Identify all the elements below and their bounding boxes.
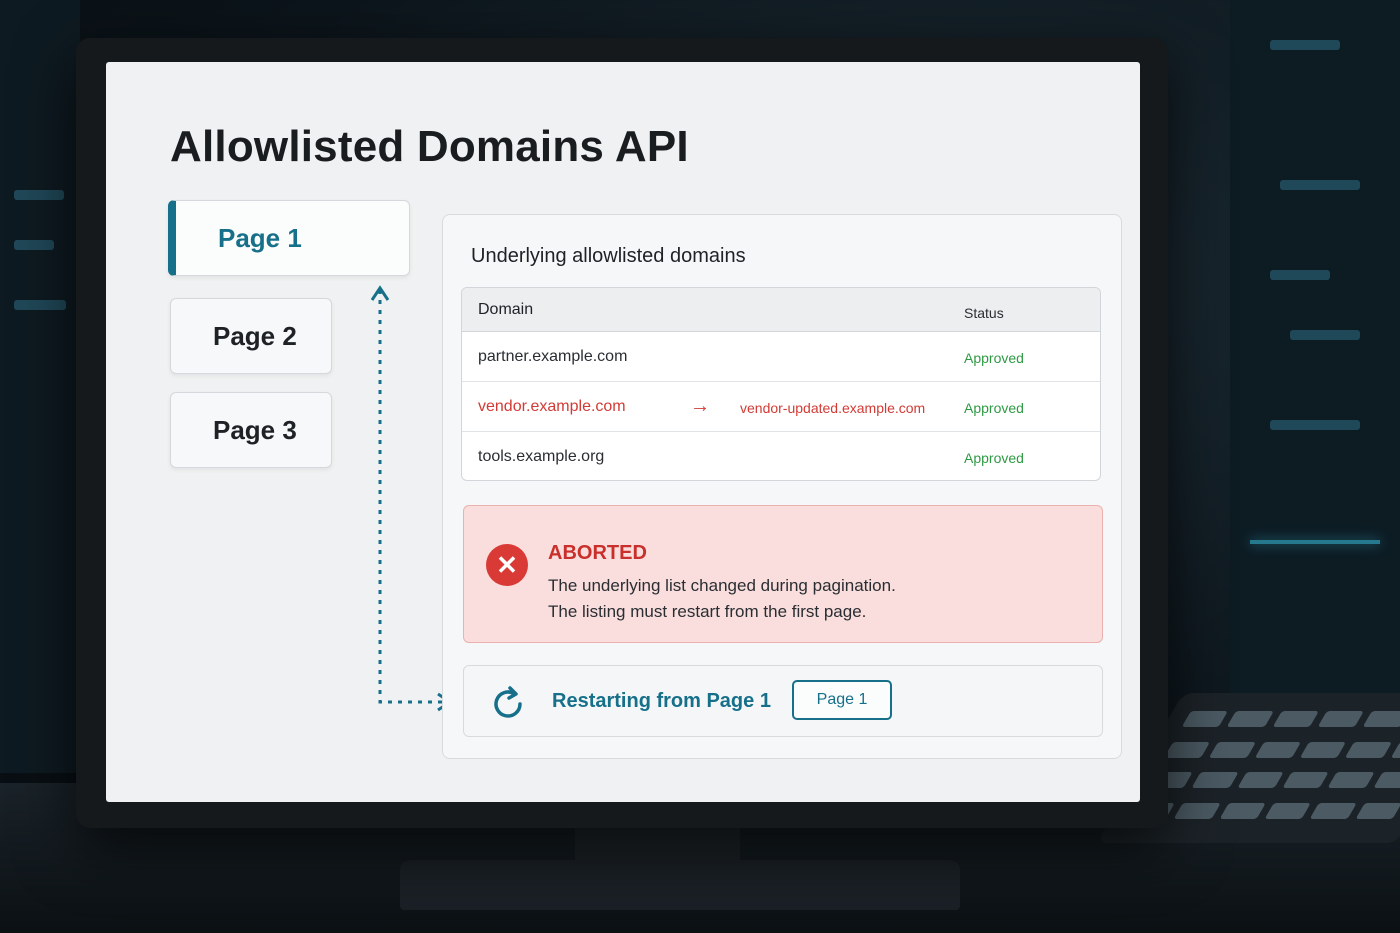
table-row[interactable]: partner.example.com Approved bbox=[462, 332, 1100, 382]
panel-title: Underlying allowlisted domains bbox=[471, 245, 746, 267]
background-server-rack-left bbox=[0, 0, 80, 773]
table-row-changed[interactable]: vendor.example.com → vendor-updated.exam… bbox=[462, 382, 1100, 432]
screen: Allowlisted Domains API Page 1 Page 2 Pa… bbox=[106, 62, 1140, 802]
table-header: Domain Status bbox=[462, 288, 1100, 332]
domain-cell: tools.example.org bbox=[478, 448, 605, 465]
status-cell: Approved bbox=[964, 350, 1024, 366]
alert-title: ABORTED bbox=[548, 542, 647, 564]
domain-cell-new: vendor-updated.example.com bbox=[740, 400, 926, 416]
restart-banner: Restarting from Page 1 Page 1 bbox=[463, 665, 1103, 737]
domains-table: Domain Status partner.example.com Approv… bbox=[461, 287, 1101, 481]
alert-message-line-2: The listing must restart from the first … bbox=[548, 602, 867, 621]
arrow-right-icon: → bbox=[690, 395, 710, 417]
close-icon: ✕ bbox=[486, 544, 528, 586]
domain-cell: partner.example.com bbox=[478, 348, 628, 365]
monitor-stand-base bbox=[400, 860, 960, 910]
column-header-status: Status bbox=[964, 305, 1004, 321]
domains-panel: Underlying allowlisted domains Domain St… bbox=[442, 214, 1122, 759]
refresh-icon bbox=[494, 686, 522, 718]
table-row[interactable]: tools.example.org Approved bbox=[462, 432, 1100, 480]
status-cell: Approved bbox=[964, 400, 1024, 416]
restart-message: Restarting from Page 1 bbox=[552, 690, 771, 712]
background-server-rack-right bbox=[1230, 0, 1400, 773]
page-3-button[interactable]: Page 3 bbox=[170, 392, 332, 468]
domain-cell-old: vendor.example.com bbox=[478, 398, 626, 415]
page-1-button[interactable]: Page 1 bbox=[168, 200, 410, 276]
column-header-domain: Domain bbox=[478, 301, 534, 318]
page-2-button[interactable]: Page 2 bbox=[170, 298, 332, 374]
aborted-alert: ✕ ABORTED The underlying list changed du… bbox=[463, 505, 1103, 643]
restart-page-1-button[interactable]: Page 1 bbox=[792, 680, 892, 720]
status-cell: Approved bbox=[964, 450, 1024, 466]
page-title: Allowlisted Domains API bbox=[170, 122, 689, 171]
alert-message-line-1: The underlying list changed during pagin… bbox=[548, 576, 896, 595]
monitor: Allowlisted Domains API Page 1 Page 2 Pa… bbox=[76, 38, 1168, 828]
